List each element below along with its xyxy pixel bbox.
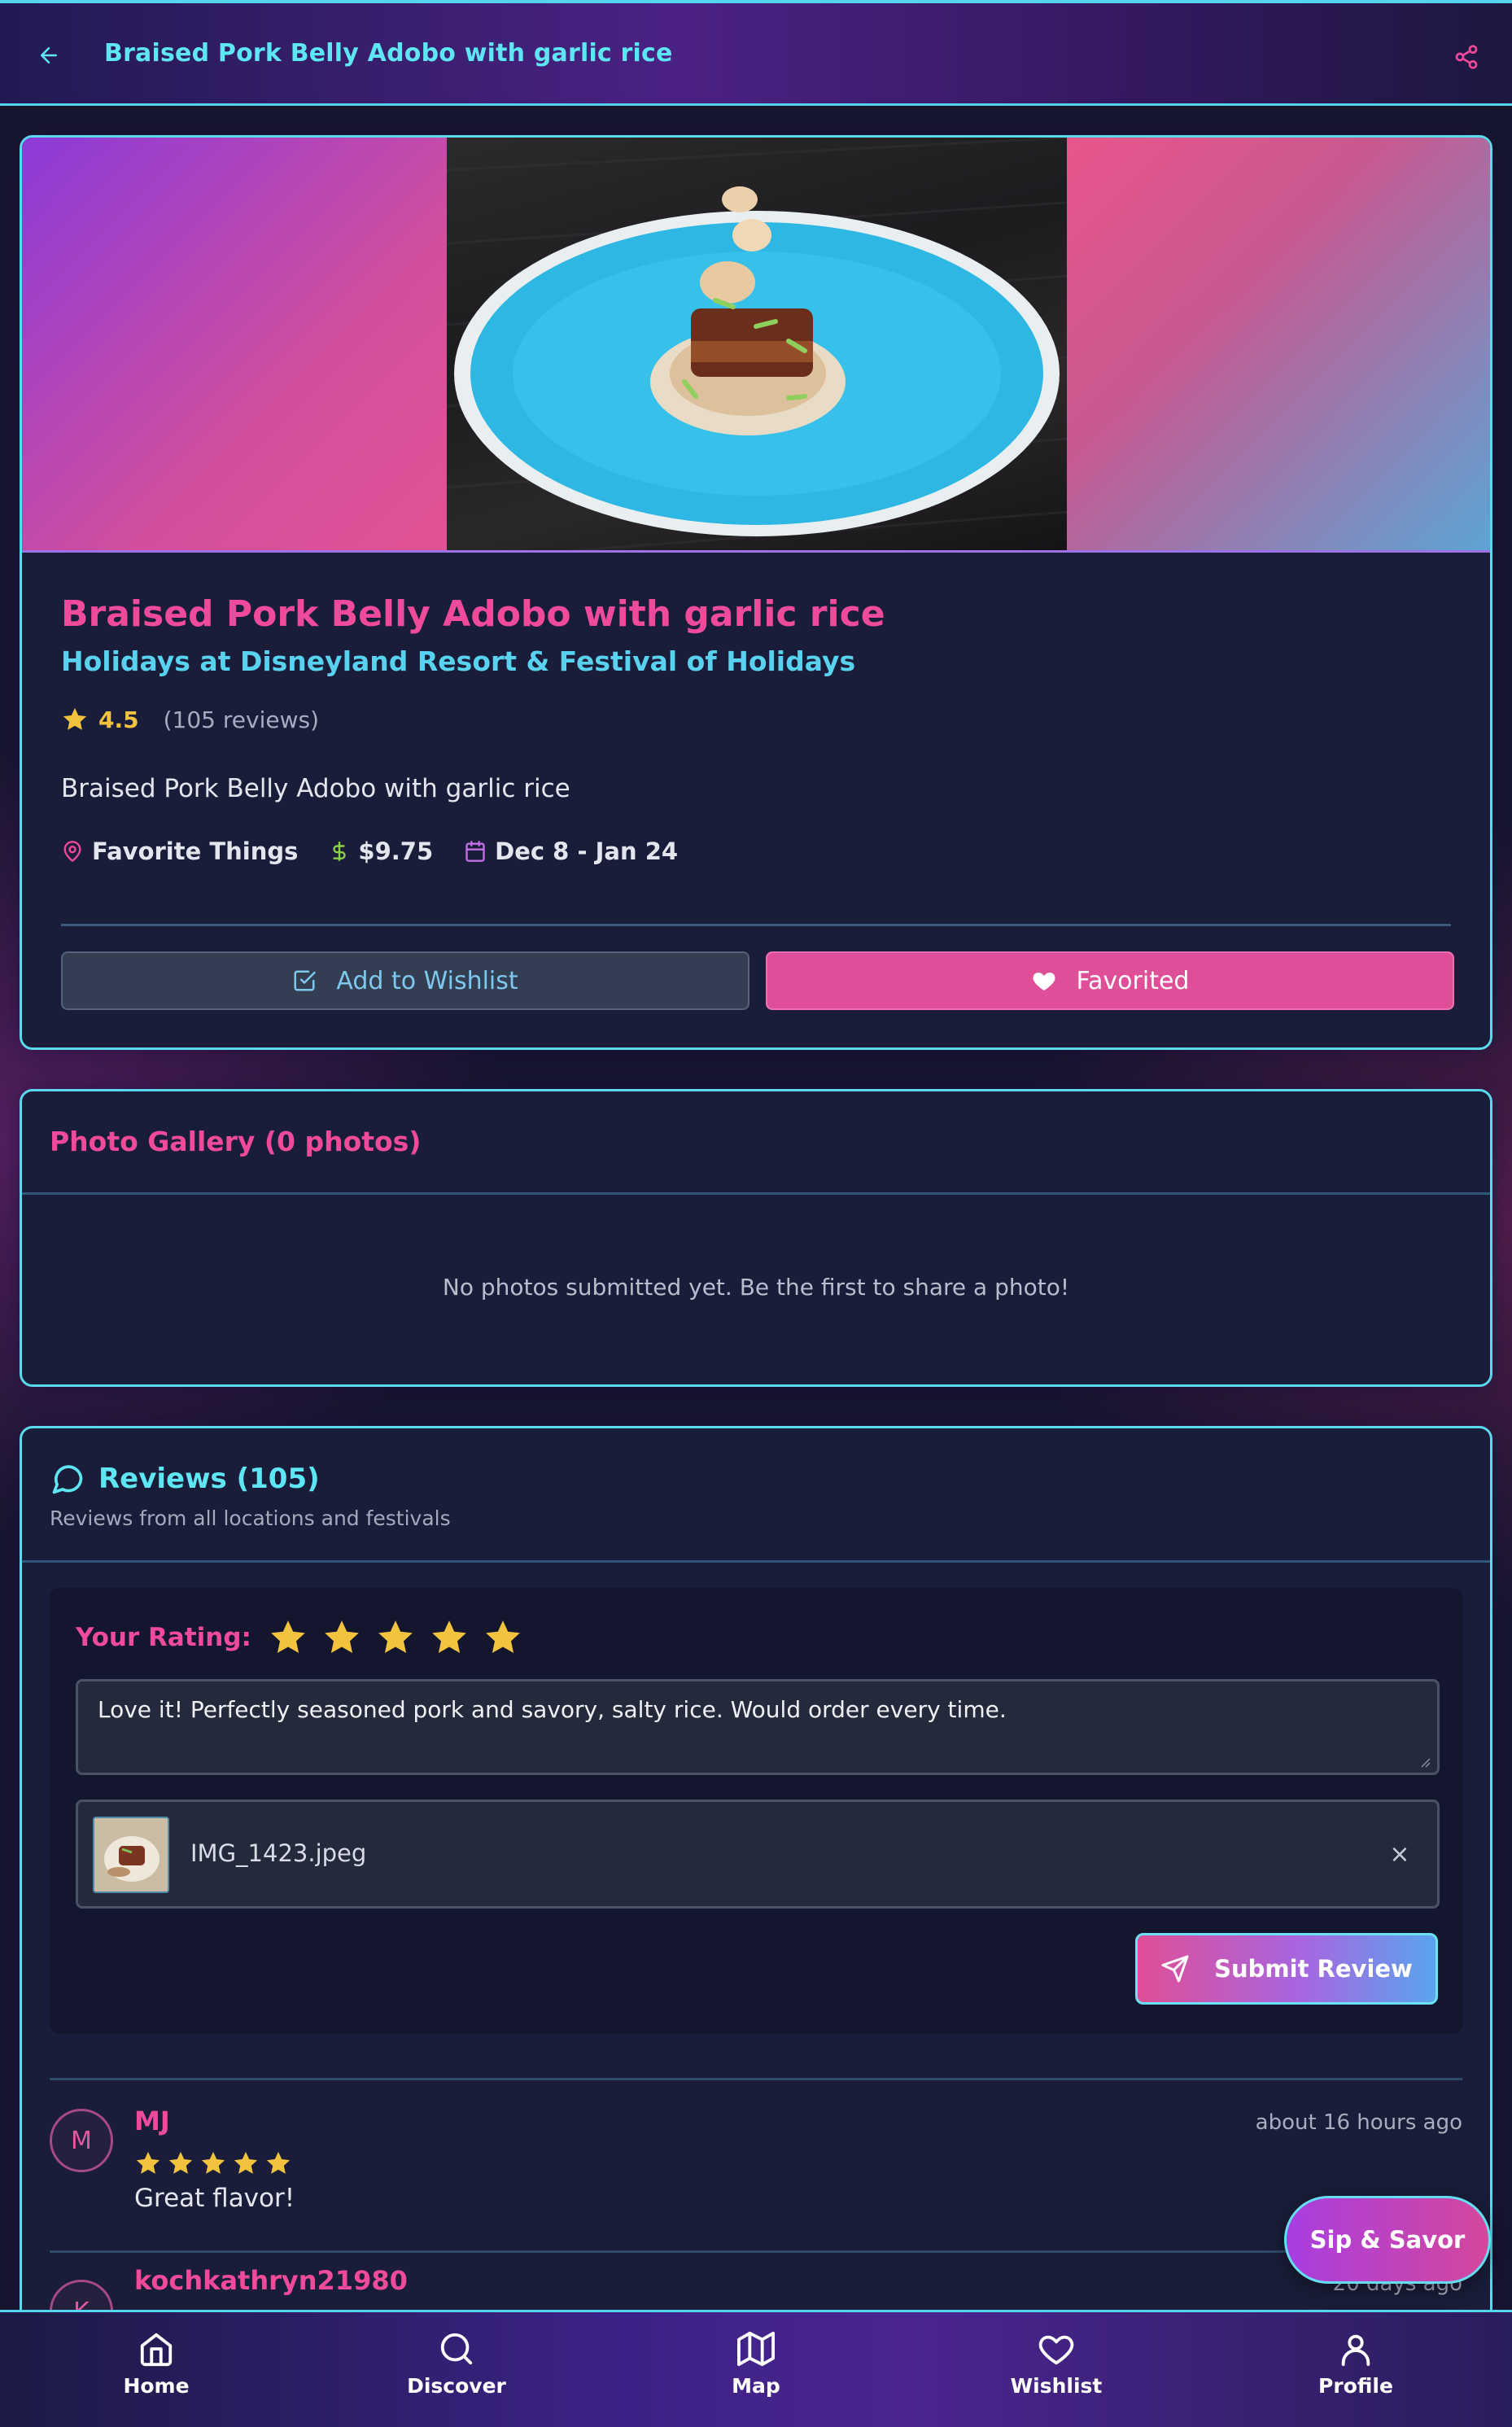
nav-label-wishlist: Wishlist bbox=[1010, 2374, 1103, 2398]
nav-item-wishlist[interactable]: Wishlist bbox=[991, 2330, 1121, 2412]
review-textarea[interactable]: Love it! Perfectly seasoned pork and sav… bbox=[76, 1679, 1440, 1775]
your-rating-label: Your Rating: bbox=[76, 1623, 251, 1652]
rating-star-5[interactable] bbox=[483, 1617, 523, 1658]
star-icon bbox=[136, 2151, 160, 2174]
review-author[interactable]: MJ bbox=[134, 2106, 170, 2136]
star-icon bbox=[63, 707, 87, 730]
favorite-label: Favorited bbox=[1076, 966, 1190, 995]
rating-summary: 4.5 (105 reviews) bbox=[61, 706, 319, 733]
checkbox-icon bbox=[294, 970, 317, 991]
item-meta: Favorite Things $9.75 Dec 8 - Jan 24 bbox=[61, 837, 697, 865]
price-meta: $9.75 bbox=[329, 837, 433, 865]
location-meta: Favorite Things bbox=[61, 837, 298, 865]
nav-item-home[interactable]: Home bbox=[91, 2330, 221, 2412]
your-rating: Your Rating: bbox=[76, 1617, 523, 1658]
nav-label-home: Home bbox=[123, 2374, 190, 2398]
nav-label-discover: Discover bbox=[407, 2374, 506, 2398]
share-icon bbox=[1455, 45, 1478, 69]
nav-item-profile[interactable]: Profile bbox=[1291, 2330, 1421, 2412]
arrow-left-icon bbox=[41, 47, 57, 63]
photo-attachment: IMG_1423.jpeg × bbox=[76, 1799, 1440, 1909]
map-pin-icon bbox=[63, 841, 81, 862]
nav-label-profile: Profile bbox=[1318, 2374, 1393, 2398]
divider bbox=[61, 924, 1451, 926]
favorite-button[interactable]: Favorited bbox=[766, 951, 1454, 1010]
gallery-empty-message: No photos submitted yet. Be the first to… bbox=[442, 1274, 1070, 1301]
attachment-filename: IMG_1423.jpeg bbox=[190, 1839, 367, 1867]
heart-icon bbox=[1033, 973, 1055, 990]
resize-handle-icon[interactable] bbox=[1418, 1755, 1431, 1768]
remove-attachment-button[interactable]: × bbox=[1385, 1839, 1414, 1869]
dollar-icon bbox=[333, 841, 347, 862]
item-info: Braised Pork Belly Adobo with garlic ric… bbox=[22, 553, 1490, 1047]
nav-label-map: Map bbox=[732, 2374, 780, 2398]
star-icon bbox=[201, 2151, 225, 2174]
message-circle-icon bbox=[52, 1465, 83, 1494]
search-icon bbox=[440, 2333, 473, 2365]
submit-review-label: Submit Review bbox=[1214, 1955, 1413, 1983]
submit-review-button[interactable]: Submit Review bbox=[1135, 1933, 1438, 2005]
item-detail-card: Braised Pork Belly Adobo with garlic ric… bbox=[20, 135, 1492, 1050]
divider bbox=[22, 1560, 1490, 1563]
gallery-title: Photo Gallery (0 photos) bbox=[50, 1126, 422, 1157]
user-icon bbox=[1341, 2334, 1370, 2367]
item-description: Braised Pork Belly Adobo with garlic ric… bbox=[61, 774, 570, 803]
avatar: M bbox=[50, 2109, 113, 2172]
rating-star-3[interactable] bbox=[375, 1617, 416, 1658]
hero-banner bbox=[22, 138, 1490, 553]
wishlist-label: Add to Wishlist bbox=[336, 966, 518, 995]
share-button[interactable] bbox=[1450, 41, 1483, 73]
back-button[interactable] bbox=[33, 39, 65, 72]
star-icon bbox=[168, 2151, 193, 2174]
reviews-subtitle: Reviews from all locations and festivals bbox=[50, 1506, 451, 1530]
review-timestamp: about 16 hours ago bbox=[1255, 2110, 1462, 2135]
average-rating: 4.5 bbox=[98, 706, 139, 733]
divider bbox=[22, 1192, 1490, 1195]
review-author[interactable]: kochkathryn21980 bbox=[134, 2265, 408, 2296]
dates-meta: Dec 8 - Jan 24 bbox=[464, 837, 678, 865]
item-title: Braised Pork Belly Adobo with garlic ric… bbox=[61, 593, 885, 635]
festival-name[interactable]: Holidays at Disneyland Resort & Festival… bbox=[61, 645, 855, 677]
reviews-card: Reviews (105) Reviews from all locations… bbox=[20, 1426, 1492, 2427]
nav-item-map[interactable]: Map bbox=[691, 2330, 821, 2412]
review-text: Great flavor! bbox=[134, 2184, 295, 2213]
availability-dates: Dec 8 - Jan 24 bbox=[495, 837, 679, 865]
bottom-navigation: Home Discover Map Wishlist Profile bbox=[0, 2310, 1512, 2427]
price: $9.75 bbox=[358, 837, 434, 865]
calendar-icon bbox=[465, 841, 485, 862]
divider bbox=[50, 2078, 1462, 2080]
rating-star-2[interactable] bbox=[321, 1617, 362, 1658]
star-icon bbox=[266, 2151, 291, 2174]
rating-star-4[interactable] bbox=[429, 1617, 470, 1658]
review-count: (105 reviews) bbox=[163, 706, 319, 733]
map-icon bbox=[737, 2331, 775, 2367]
review-stars bbox=[134, 2149, 292, 2177]
top-app-bar: Braised Pork Belly Adobo with garlic ric… bbox=[0, 0, 1512, 106]
star-icon bbox=[234, 2151, 258, 2174]
location-name[interactable]: Favorite Things bbox=[92, 837, 298, 865]
sip-and-savor-button[interactable]: Sip & Savor bbox=[1284, 2196, 1491, 2284]
page-title: Braised Pork Belly Adobo with garlic ric… bbox=[104, 39, 673, 68]
dish-photo bbox=[447, 138, 1067, 550]
send-icon bbox=[1161, 1955, 1189, 1983]
rating-star-1[interactable] bbox=[268, 1617, 308, 1658]
review-compose-form: Your Rating: Love it! Perfectly seasoned… bbox=[50, 1588, 1462, 2034]
review-item: M MJ about 16 hours ago Great flavor! bbox=[50, 2081, 1462, 2213]
heart-icon bbox=[1038, 2335, 1074, 2365]
attachment-thumbnail bbox=[93, 1817, 169, 1893]
photo-gallery-card: Photo Gallery (0 photos) No photos submi… bbox=[20, 1089, 1492, 1387]
reviews-header: Reviews (105) bbox=[50, 1461, 320, 1497]
reviews-title: Reviews (105) bbox=[98, 1463, 320, 1495]
nav-item-discover[interactable]: Discover bbox=[391, 2330, 522, 2412]
home-icon bbox=[140, 2333, 173, 2367]
review-text: Love it! Perfectly seasoned pork and sav… bbox=[98, 1696, 1007, 1723]
add-to-wishlist-button[interactable]: Add to Wishlist bbox=[61, 951, 749, 1010]
